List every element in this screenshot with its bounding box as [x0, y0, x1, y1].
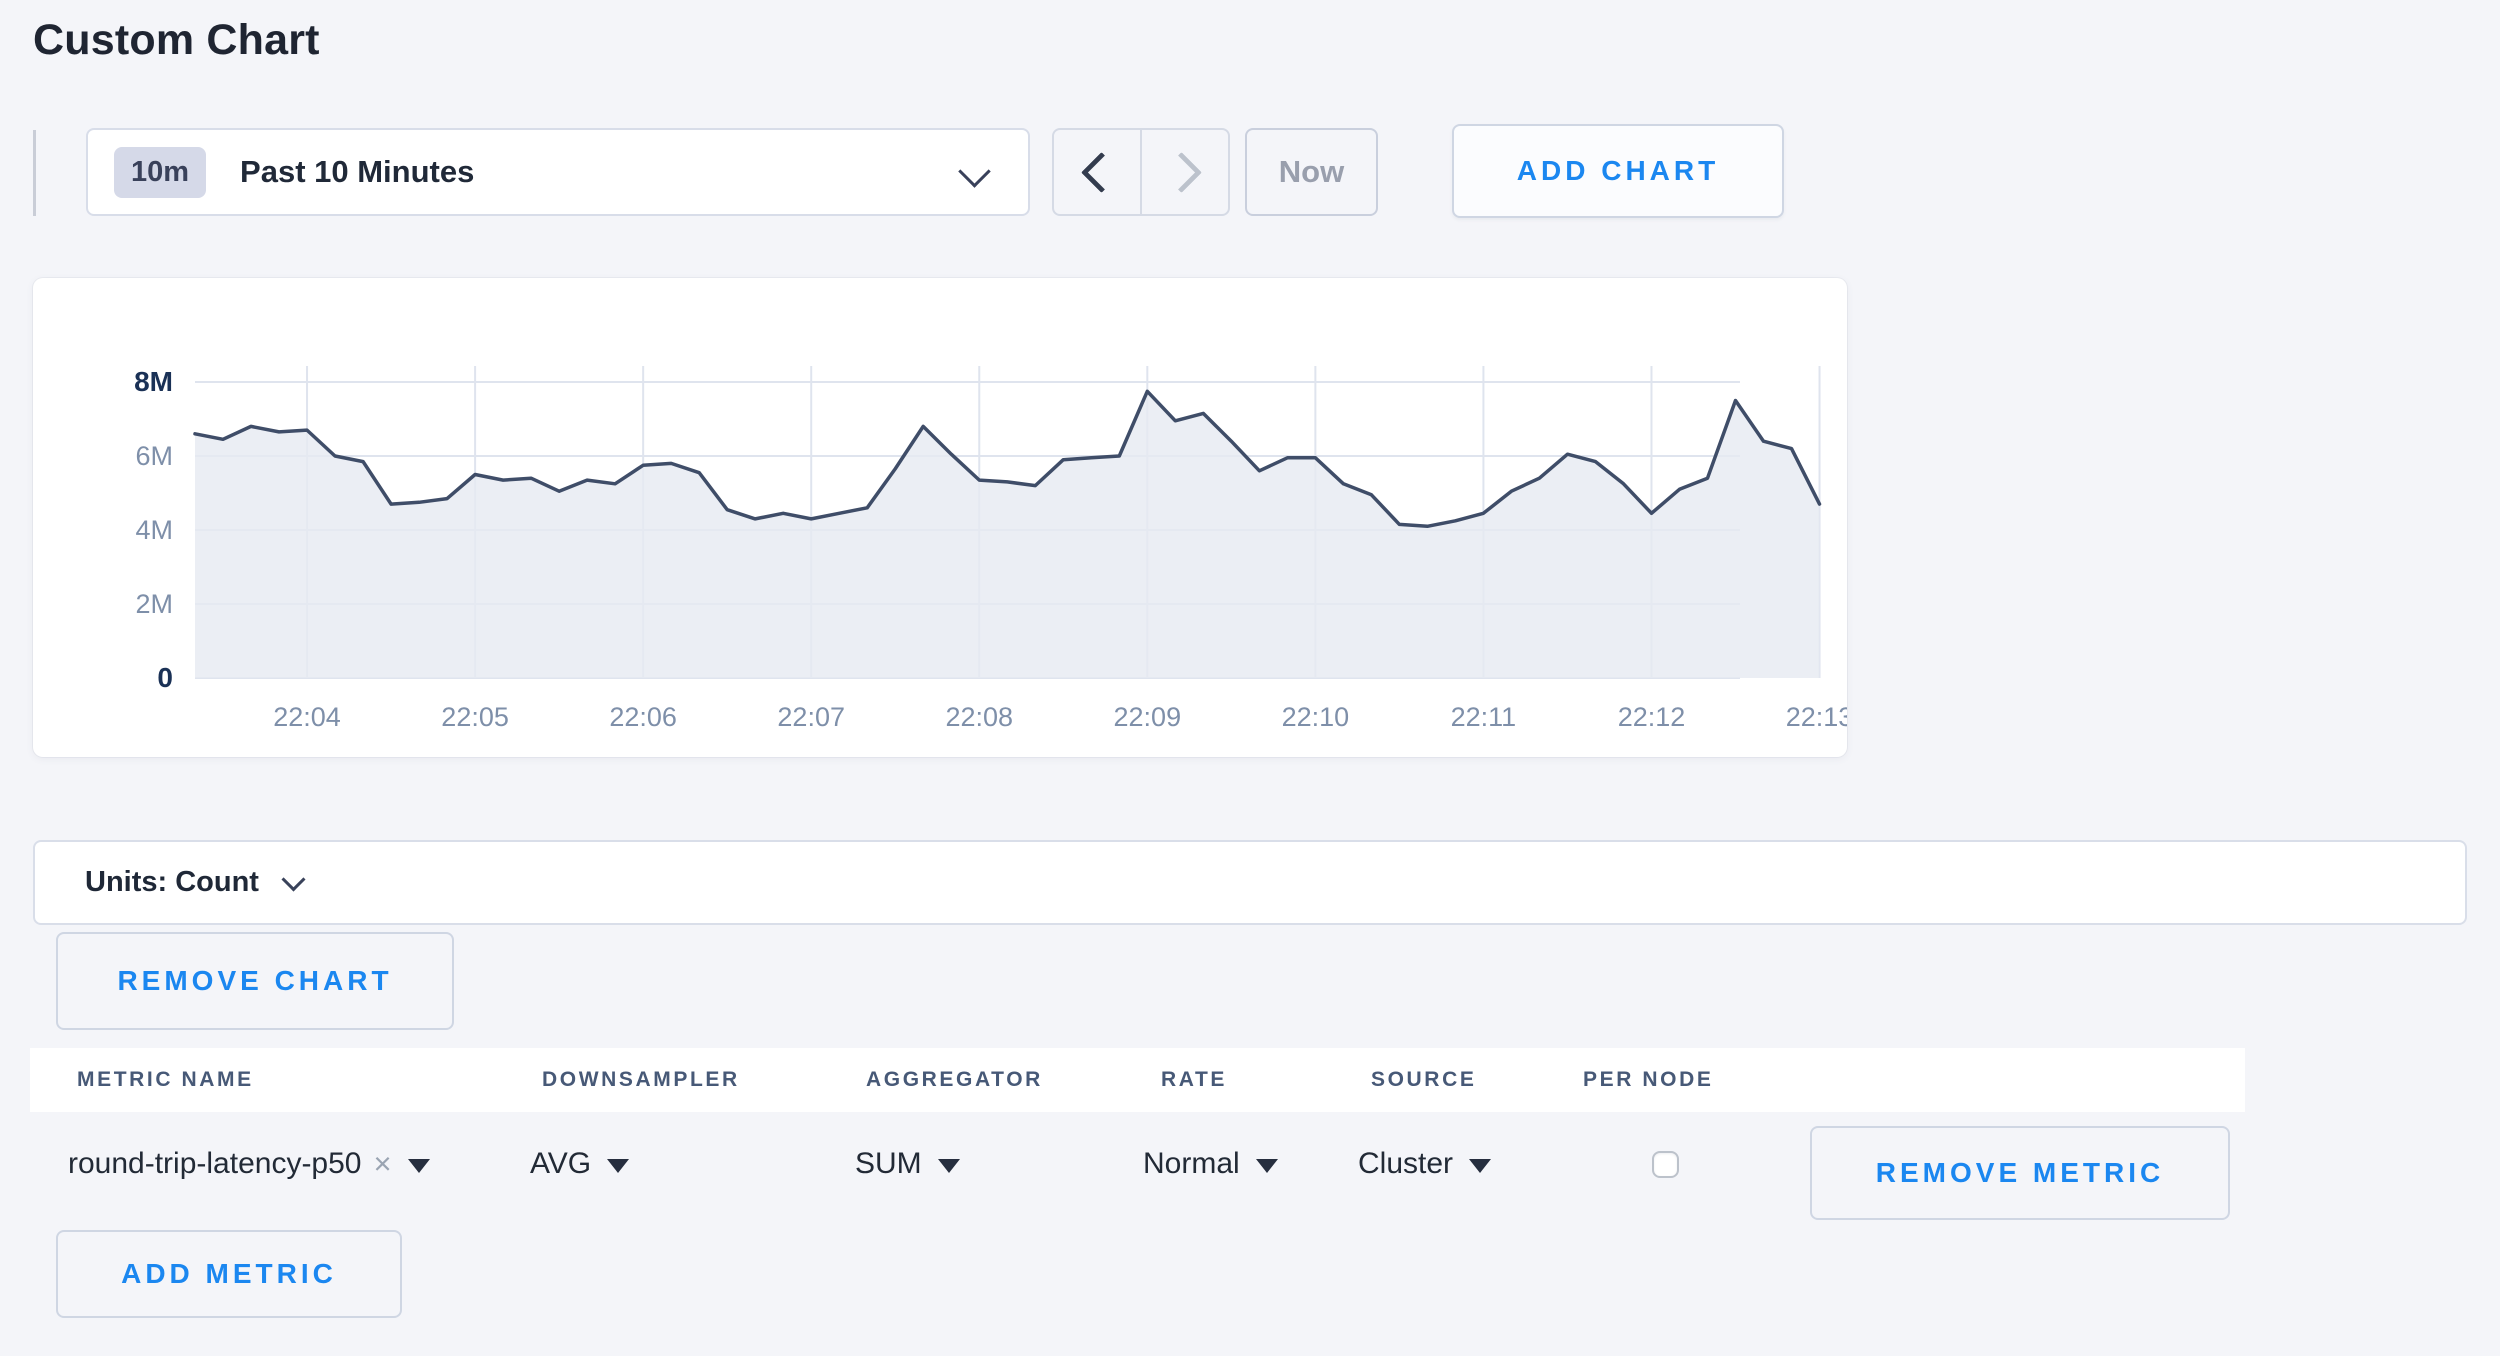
step-forward-button[interactable]: [1140, 130, 1228, 214]
remove-metric-button[interactable]: REMOVE METRIC: [1810, 1126, 2230, 1220]
col-header-downsampler: DOWNSAMPLER: [542, 1048, 740, 1112]
rate-value: Normal: [1143, 1147, 1240, 1181]
svg-text:0: 0: [157, 662, 173, 693]
dropdown-caret-icon: [1256, 1159, 1278, 1173]
svg-text:22:07: 22:07: [777, 702, 845, 732]
col-header-source: SOURCE: [1371, 1048, 1476, 1112]
chevron-down-icon: [281, 867, 305, 891]
page-title: Custom Chart: [33, 16, 320, 65]
dropdown-caret-icon: [607, 1159, 629, 1173]
dropdown-caret-icon: [938, 1159, 960, 1173]
chevron-right-icon: [1160, 151, 1201, 192]
add-chart-button[interactable]: ADD CHART: [1452, 124, 1784, 218]
add-metric-button[interactable]: ADD METRIC: [56, 1230, 402, 1318]
svg-text:22:13: 22:13: [1786, 702, 1847, 732]
source-dropdown[interactable]: Cluster: [1358, 1112, 1491, 1216]
dropdown-caret-icon: [408, 1159, 430, 1173]
units-select[interactable]: Units: Count: [33, 840, 2467, 925]
svg-text:8M: 8M: [134, 366, 173, 397]
per-node-checkbox[interactable]: [1652, 1151, 1679, 1178]
svg-text:22:10: 22:10: [1282, 702, 1350, 732]
metric-name-value: round-trip-latency-p50: [68, 1147, 361, 1181]
time-range-badge: 10m: [114, 147, 206, 198]
custom-chart[interactable]: 0 2M 4M 6M 8M 22:04 22:05 22:06 22:07 22:08 22:09 2…: [33, 278, 1847, 757]
time-range-label: Past 10 Minutes: [240, 154, 474, 190]
col-header-per-node: PER NODE: [1583, 1048, 1714, 1112]
metric-name-dropdown[interactable]: round-trip-latency-p50 ×: [68, 1112, 430, 1216]
svg-text:4M: 4M: [135, 515, 173, 545]
metric-row: round-trip-latency-p50 × AVG SUM Normal …: [30, 1112, 2470, 1216]
time-step-button-group: [1052, 128, 1230, 216]
col-header-metric-name: METRIC NAME: [77, 1048, 254, 1112]
remove-chart-button[interactable]: REMOVE CHART: [56, 932, 454, 1030]
svg-text:2M: 2M: [135, 589, 173, 619]
remove-tag-icon[interactable]: ×: [373, 1146, 391, 1182]
chevron-down-icon: [958, 155, 991, 188]
aggregator-value: SUM: [855, 1147, 922, 1181]
rate-dropdown[interactable]: Normal: [1143, 1112, 1278, 1216]
svg-text:6M: 6M: [135, 441, 173, 471]
downsampler-dropdown[interactable]: AVG: [530, 1112, 629, 1216]
now-button[interactable]: Now: [1245, 128, 1378, 216]
dropdown-caret-icon: [1469, 1159, 1491, 1173]
chevron-left-icon: [1080, 151, 1121, 192]
toolbar-accent-line: [33, 130, 36, 216]
col-header-rate: RATE: [1161, 1048, 1227, 1112]
svg-text:22:06: 22:06: [609, 702, 677, 732]
units-label: Units: Count: [85, 866, 259, 899]
svg-text:22:12: 22:12: [1618, 702, 1686, 732]
aggregator-dropdown[interactable]: SUM: [855, 1112, 960, 1216]
svg-text:22:05: 22:05: [441, 702, 509, 732]
downsampler-value: AVG: [530, 1147, 591, 1181]
svg-text:22:09: 22:09: [1114, 702, 1182, 732]
source-value: Cluster: [1358, 1147, 1453, 1181]
svg-text:22:08: 22:08: [945, 702, 1013, 732]
svg-text:22:04: 22:04: [273, 702, 341, 732]
metrics-table-header: METRIC NAME DOWNSAMPLER AGGREGATOR RATE …: [30, 1048, 2245, 1112]
col-header-aggregator: AGGREGATOR: [866, 1048, 1043, 1112]
svg-text:22:11: 22:11: [1451, 702, 1517, 732]
step-back-button[interactable]: [1054, 130, 1140, 214]
time-range-select[interactable]: 10m Past 10 Minutes: [86, 128, 1030, 216]
custom-chart-card: 0 2M 4M 6M 8M 22:04 22:05 22:06 22:07 22:08 22:09 2…: [33, 278, 1847, 757]
